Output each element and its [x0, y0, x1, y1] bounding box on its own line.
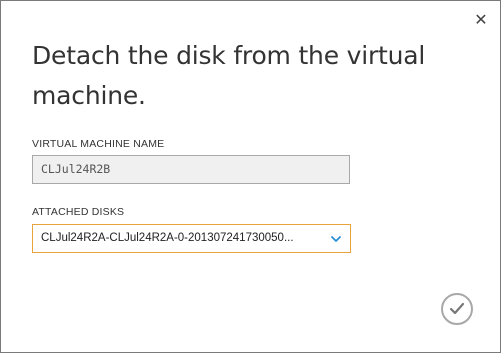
- vm-name-label: VIRTUAL MACHINE NAME: [32, 138, 165, 150]
- vm-name-field: CLJul24R2B: [32, 155, 350, 184]
- checkmark-icon: [449, 302, 465, 315]
- chevron-down-icon[interactable]: [330, 234, 342, 244]
- close-button[interactable]: ✕: [473, 13, 489, 29]
- attached-disks-selected-value: CLJul24R2A-CLJul24R2A-0-201307241730050.…: [41, 232, 294, 244]
- dialog-title: Detach the disk from the virtual machine…: [32, 41, 426, 110]
- close-icon[interactable]: ✕: [474, 12, 487, 29]
- detach-disk-dialog: ✕ Detach the disk from the virtual machi…: [0, 0, 501, 353]
- attached-disks-select[interactable]: CLJul24R2A-CLJul24R2A-0-201307241730050.…: [32, 224, 351, 253]
- attached-disks-label: ATTACHED DISKS: [32, 206, 125, 218]
- confirm-button[interactable]: [441, 293, 473, 325]
